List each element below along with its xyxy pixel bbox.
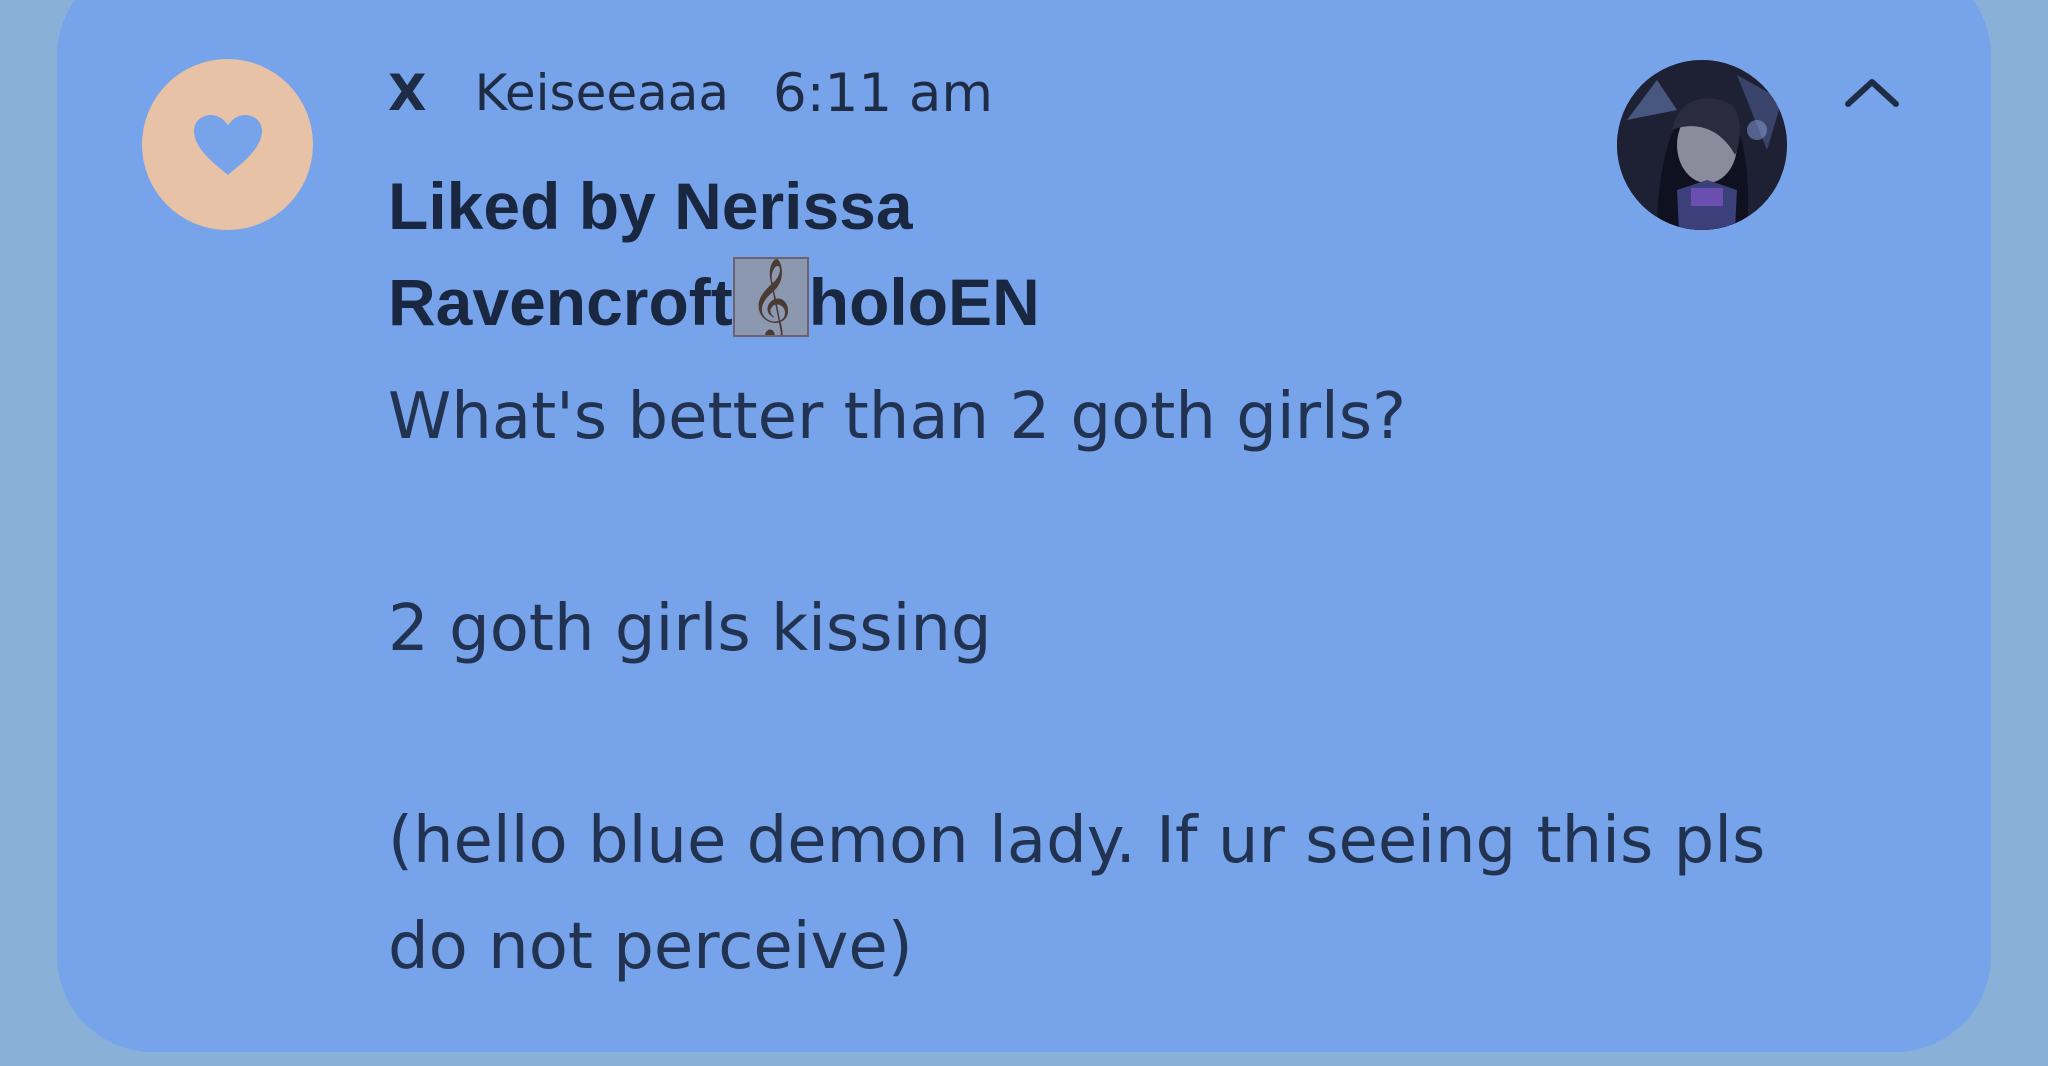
body-line: (hello blue demon lady. If ur seeing thi… (388, 804, 1766, 984)
app-name: X (388, 64, 427, 122)
title-suffix: holoEN (808, 265, 1040, 339)
notification-header: X Keiseeaaa 6:11 am (388, 58, 993, 128)
body-line: 2 goth girls kissing (388, 592, 992, 666)
avatar-image (1617, 60, 1787, 230)
notification-body: What's better than 2 goth girls? 2 goth … (388, 364, 1848, 1000)
app-icon (142, 59, 313, 230)
collapse-button[interactable] (1840, 70, 1904, 114)
body-line: What's better than 2 goth girls? (388, 380, 1407, 454)
heart-icon (193, 114, 262, 175)
treble-clef-icon: 𝄞 (732, 257, 809, 337)
notification-title: Liked by Nerissa Ravencroft 𝄞 holoEN (388, 158, 1148, 350)
timestamp: 6:11 am (773, 62, 993, 124)
chevron-up-icon (1845, 79, 1899, 107)
account-name: Keiseeaaa (474, 64, 730, 122)
sender-avatar[interactable] (1617, 60, 1787, 230)
